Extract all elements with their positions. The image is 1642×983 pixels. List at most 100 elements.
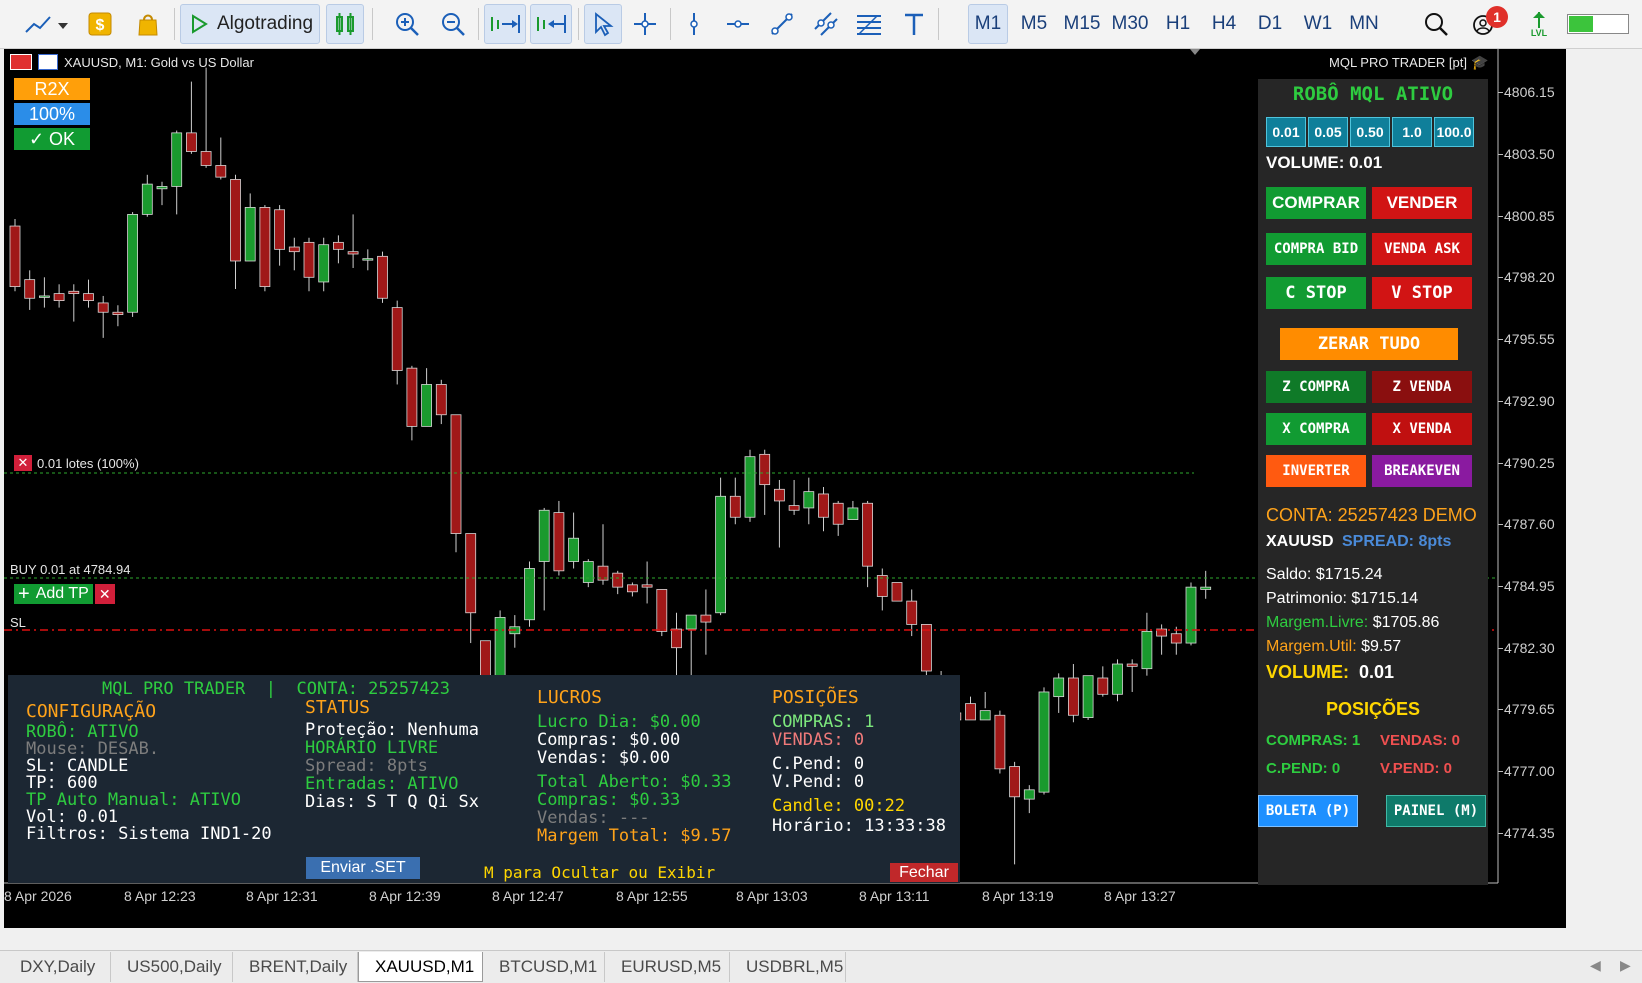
- patrimonio-label: Patrimonio: $1715.14: [1266, 590, 1419, 607]
- candle-body: [685, 614, 697, 630]
- price-axis-tick: [1498, 215, 1503, 217]
- candle-body: [1200, 586, 1212, 590]
- x-venda-button[interactable]: X VENDA: [1372, 413, 1472, 445]
- time-axis-label: 8 Apr 12:55: [616, 888, 688, 904]
- z-compra-button[interactable]: Z COMPRA: [1266, 371, 1366, 403]
- ok-button[interactable]: ✓ OK: [14, 128, 90, 150]
- timeframe-m5[interactable]: M5: [1014, 4, 1054, 44]
- volume-option-1[interactable]: 0.05: [1308, 117, 1348, 147]
- auto-scroll-icon[interactable]: [530, 4, 572, 44]
- candle-body: [435, 384, 447, 416]
- x-compra-button[interactable]: X COMPRA: [1266, 413, 1366, 445]
- close-lots-icon[interactable]: ✕: [14, 455, 32, 471]
- candle-body: [200, 151, 212, 166]
- posicoes-vpend: V.Pend: 0: [772, 772, 865, 792]
- lucro-vendas: Vendas: $0.00: [537, 748, 671, 768]
- painel-button[interactable]: PAINEL (M): [1386, 795, 1486, 827]
- tab-xauusd-m1[interactable]: XAUUSD,M1: [358, 952, 483, 982]
- fechar-button[interactable]: Fechar: [890, 863, 958, 882]
- inverter-button[interactable]: INVERTER: [1266, 455, 1366, 487]
- volume-option-2[interactable]: 0.50: [1350, 117, 1390, 147]
- config-title: CONFIGURAÇÃO: [26, 701, 157, 722]
- v-stop-button[interactable]: V STOP: [1372, 277, 1472, 309]
- timeframe-m15[interactable]: M15: [1059, 4, 1105, 44]
- one-click-trading-icon[interactable]: [326, 4, 364, 44]
- candle-body: [377, 255, 388, 299]
- lots-line-label: ✕ 0.01 lotes (100%): [14, 455, 139, 471]
- percent-button[interactable]: 100%: [14, 103, 90, 125]
- horizontal-line-icon[interactable]: [722, 4, 754, 44]
- breakeven-button[interactable]: BREAKEVEN: [1372, 455, 1472, 487]
- timeframe-w1[interactable]: W1: [1298, 4, 1338, 44]
- candle-body: [24, 279, 36, 299]
- enviar-set-button[interactable]: Enviar .SET: [306, 857, 420, 879]
- volume-option-3[interactable]: 1.0: [1392, 117, 1432, 147]
- volume-options: 0.01 0.05 0.50 1.0 100.0: [1266, 117, 1474, 147]
- tab-usdbrl-m5[interactable]: USDBRL,M5: [730, 952, 846, 982]
- price-axis-tick: [1498, 153, 1503, 155]
- zerar-tudo-button[interactable]: ZERAR TUDO: [1280, 328, 1458, 360]
- chart-flag-icon: [10, 54, 32, 70]
- comprar-button[interactable]: COMPRAR: [1266, 187, 1366, 219]
- candle-body: [1185, 586, 1197, 644]
- timeframe-m1[interactable]: M1: [968, 4, 1008, 44]
- tab-btcusd-m1[interactable]: BTCUSD,M1: [483, 952, 605, 982]
- panel-cpend: C.PEND: 0: [1266, 760, 1341, 777]
- zoom-in-icon[interactable]: [390, 4, 424, 44]
- time-axis-label: 8 Apr 13:03: [736, 888, 808, 904]
- algotrading-button[interactable]: Algotrading: [180, 4, 320, 44]
- lucro-compras: Compras: $0.00: [537, 730, 681, 750]
- margem-livre-label: Margem.Livre:: [1266, 614, 1369, 631]
- time-axis-label: 8 Apr 2026: [4, 888, 72, 904]
- tabs-scroll-right-icon[interactable]: ▶: [1620, 957, 1631, 974]
- tab-eurusd-m5[interactable]: EURUSD,M5: [605, 952, 730, 982]
- timeframe-mn[interactable]: MN: [1342, 4, 1386, 44]
- chart-shift-icon[interactable]: [484, 4, 526, 44]
- timeframe-h4[interactable]: H4: [1204, 4, 1244, 44]
- volume-big: VOLUME: 0.01: [1266, 662, 1394, 683]
- zoom-out-icon[interactable]: [436, 4, 470, 44]
- candle-body: [450, 414, 462, 534]
- volume-option-4[interactable]: 100.0: [1434, 117, 1474, 147]
- close-position-icon[interactable]: ✕: [94, 584, 115, 604]
- market-bag-icon[interactable]: [132, 4, 164, 44]
- crosshair-icon[interactable]: [628, 4, 662, 44]
- chart-type-dropdown[interactable]: [20, 4, 72, 44]
- trendline-icon[interactable]: [766, 4, 798, 44]
- chart-area[interactable]: XAUUSD, M1: Gold vs US Dollar MQL PRO TR…: [4, 49, 1566, 928]
- tab-dxy-daily[interactable]: DXY,Daily: [4, 952, 111, 982]
- tab-brent-daily[interactable]: BRENT,Daily: [233, 952, 358, 982]
- channel-icon[interactable]: [810, 4, 842, 44]
- price-axis-tick: [1498, 647, 1503, 649]
- candle-body: [1097, 677, 1109, 695]
- toolbar: $ Algotrading M1 M5 M15 M30 H1 H4 D1 W1 …: [0, 0, 1642, 49]
- cursor-icon[interactable]: [584, 4, 622, 44]
- vertical-line-icon[interactable]: [678, 4, 710, 44]
- notifications-icon[interactable]: 1: [1466, 4, 1508, 44]
- price-axis-label: 4800.85: [1504, 207, 1555, 224]
- add-tp-button[interactable]: + Add TP: [14, 583, 93, 605]
- candle-body: [185, 132, 197, 152]
- volume-option-0[interactable]: 0.01: [1266, 117, 1306, 147]
- timeframe-h1[interactable]: H1: [1158, 4, 1198, 44]
- tab-us500-daily[interactable]: US500,Daily: [111, 952, 233, 982]
- boleta-button[interactable]: BOLETA (P): [1258, 795, 1358, 827]
- level-icon[interactable]: LVL: [1522, 4, 1556, 44]
- timeframe-m30[interactable]: M30: [1107, 4, 1153, 44]
- tabs-scroll-left-icon[interactable]: ◀: [1590, 957, 1601, 974]
- z-venda-button[interactable]: Z VENDA: [1372, 371, 1472, 403]
- add-tp-control[interactable]: + Add TP ✕: [14, 583, 115, 605]
- c-stop-button[interactable]: C STOP: [1266, 277, 1366, 309]
- venda-ask-button[interactable]: VENDA ASK: [1372, 233, 1472, 265]
- vender-button[interactable]: VENDER: [1372, 187, 1472, 219]
- r2x-button[interactable]: R2X: [14, 78, 90, 100]
- compra-bid-button[interactable]: COMPRA BID: [1266, 233, 1366, 265]
- posicoes-candle: Candle: 00:22: [772, 796, 906, 816]
- timeframe-d1[interactable]: D1: [1250, 4, 1290, 44]
- candle-body: [391, 307, 403, 371]
- fibonacci-icon[interactable]: [852, 4, 886, 44]
- dollar-icon[interactable]: $: [84, 4, 116, 44]
- search-icon[interactable]: [1420, 4, 1452, 44]
- candle-body: [965, 703, 976, 721]
- text-tool-icon[interactable]: [898, 4, 930, 44]
